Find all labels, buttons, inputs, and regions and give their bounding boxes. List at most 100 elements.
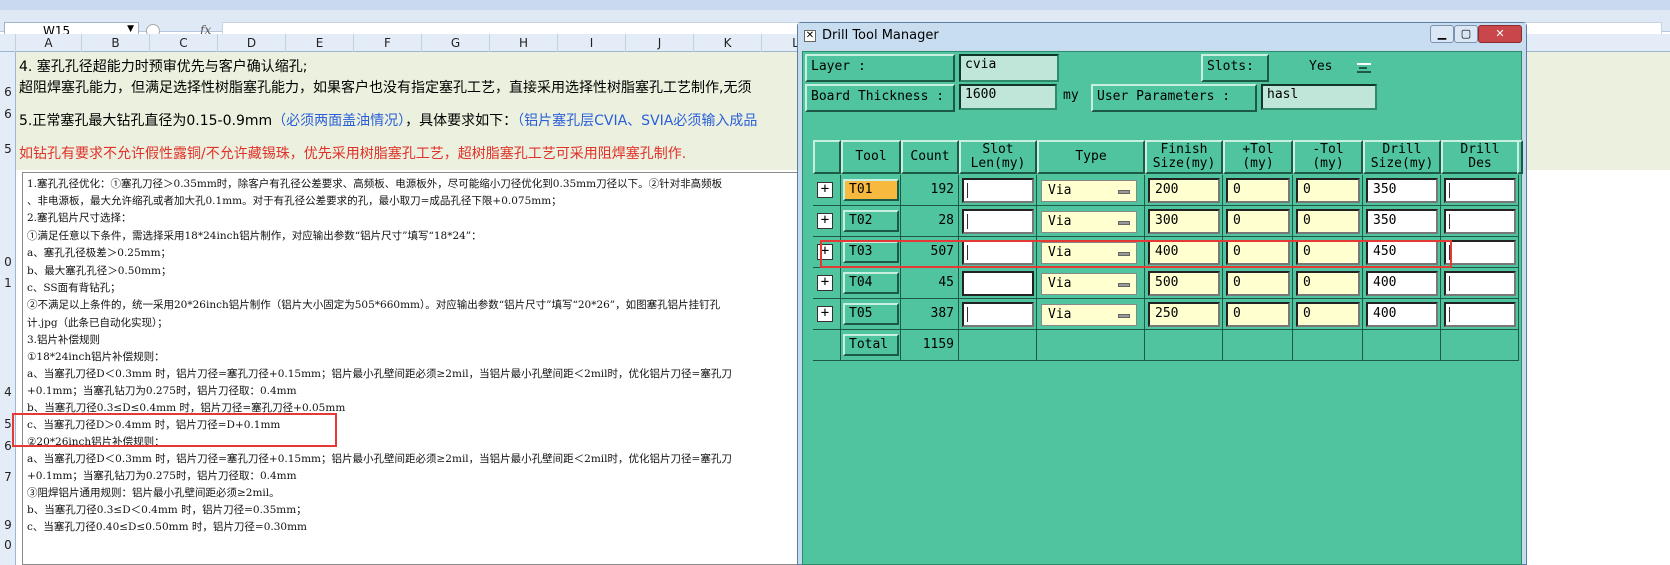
column-header[interactable]: A	[16, 34, 82, 52]
row-header[interactable]: 0	[0, 538, 16, 552]
thickness-field[interactable]: 1600	[959, 84, 1057, 110]
expand-icon[interactable]: +	[817, 182, 833, 198]
column-header[interactable]: C	[150, 34, 218, 52]
total-button[interactable]: Total	[843, 334, 899, 356]
minus-tol-field[interactable]: 0	[1296, 302, 1360, 327]
type-combo[interactable]: Via	[1041, 273, 1137, 295]
doc-line: c、当塞孔刀径0.40≤D≤0.50mm 时，铝片刀径=0.30mm	[27, 521, 307, 533]
cell-text-red[interactable]: 如钻孔有要求不允许假性露铜/不允许藏锡珠，优先采用树脂塞孔工艺，超树脂塞孔工艺可…	[19, 143, 686, 163]
drill-size-field[interactable]: 350	[1366, 209, 1438, 234]
plus-tol-field[interactable]: 0	[1226, 302, 1290, 327]
row-header[interactable]: 0	[0, 255, 16, 269]
tool-button[interactable]: T02	[843, 210, 899, 232]
drill-des-field[interactable]	[1444, 209, 1516, 234]
embedded-document[interactable]: 1.塞孔孔径优化：①塞孔刀径＞0.35mm时，除客户有孔径公差要求、高频板、电源…	[22, 172, 822, 565]
header-finish-size[interactable]: Finish Size(my)	[1145, 140, 1223, 174]
drill-des-field[interactable]	[1444, 271, 1516, 296]
column-header[interactable]: E	[286, 34, 354, 52]
count-value: 387	[930, 306, 954, 321]
expand-icon[interactable]: +	[817, 306, 833, 322]
row-header[interactable]: 4	[0, 385, 16, 399]
row-header[interactable]: 7	[0, 470, 16, 484]
thickness-unit: my	[1063, 88, 1079, 103]
table-row[interactable]: + T05 387 Via 250 0 0 400	[813, 299, 1521, 330]
minus-tol-field[interactable]: 0	[1296, 271, 1360, 296]
select-all-corner[interactable]	[0, 34, 16, 52]
chevron-down-icon[interactable]: ▼	[127, 24, 134, 34]
tool-button[interactable]: T01	[843, 179, 899, 201]
total-count: 1159	[922, 337, 954, 352]
table-row[interactable]: + T02 28 Via 300 0 0 350	[813, 206, 1521, 237]
header-extra[interactable]	[1517, 140, 1523, 174]
finish-size-field[interactable]: 250	[1148, 302, 1220, 327]
column-header[interactable]: K	[694, 34, 762, 52]
row-header[interactable]: 6	[0, 107, 16, 121]
header-type[interactable]: Type	[1037, 140, 1145, 174]
plus-tol-field[interactable]: 0	[1226, 209, 1290, 234]
column-header[interactable]: F	[354, 34, 422, 52]
drill-size-field[interactable]: 400	[1366, 302, 1438, 327]
type-combo[interactable]: Via	[1041, 180, 1137, 202]
chevron-down-icon[interactable]	[1357, 63, 1371, 73]
header-plus-tol[interactable]: +Tol (my)	[1223, 140, 1293, 174]
drill-des-field[interactable]	[1444, 240, 1516, 265]
type-combo[interactable]: Via	[1041, 211, 1137, 233]
drill-size-field[interactable]: 350	[1366, 178, 1438, 203]
type-combo[interactable]: Via	[1041, 304, 1137, 326]
chevron-down-icon[interactable]	[1118, 221, 1130, 225]
chevron-down-icon[interactable]	[1118, 283, 1130, 287]
header-count[interactable]: Count	[901, 140, 959, 174]
slot-len-field[interactable]	[962, 209, 1034, 234]
header-tool[interactable]: Tool	[841, 140, 901, 174]
table-row[interactable]: + T04 45 Via 500 0 0 400	[813, 268, 1521, 299]
close-button[interactable]: ✕	[1478, 25, 1522, 43]
finish-size-field[interactable]: 200	[1148, 178, 1220, 203]
drill-tool-manager-window[interactable]: ✕ Drill Tool Manager ▁ ▢ ✕ Layer : cvia …	[797, 22, 1527, 565]
doc-line: 3.铝片补偿规则	[27, 334, 101, 346]
row-header[interactable]: 9	[0, 518, 16, 532]
cell-text-blue: （必须两面盖油情况）	[272, 113, 406, 129]
header-drill-size[interactable]: Drill Size(my)	[1363, 140, 1441, 174]
user-parameters-field[interactable]: hasl	[1261, 84, 1377, 110]
column-header[interactable]: J	[626, 34, 694, 52]
chevron-down-icon[interactable]	[1118, 314, 1130, 318]
expand-icon[interactable]: +	[817, 213, 833, 229]
table-row[interactable]: + T01 192 Via 200 0 0 350	[813, 175, 1521, 206]
plus-tol-field[interactable]: 0	[1226, 178, 1290, 203]
column-header[interactable]: I	[558, 34, 626, 52]
row-header[interactable]: 1	[0, 276, 16, 290]
row-header[interactable]: 6	[0, 85, 16, 99]
slot-len-field[interactable]	[962, 178, 1034, 203]
tool-button[interactable]: T04	[843, 272, 899, 294]
finish-size-field[interactable]: 500	[1148, 271, 1220, 296]
layer-field[interactable]: cvia	[959, 54, 1059, 82]
column-header[interactable]: G	[422, 34, 490, 52]
cell-text[interactable]: 4. 塞孔孔径超能力时预审优先与客户确认缩孔;	[19, 56, 308, 76]
plus-tol-field[interactable]: 0	[1226, 271, 1290, 296]
slots-combo[interactable]: Yes	[1271, 54, 1377, 82]
minus-tol-field[interactable]: 0	[1296, 209, 1360, 234]
slot-len-field[interactable]	[962, 271, 1034, 296]
count-value: 28	[938, 213, 954, 228]
drill-des-field[interactable]	[1444, 178, 1516, 203]
drill-size-field[interactable]: 400	[1366, 271, 1438, 296]
minimize-button[interactable]: ▁	[1430, 25, 1454, 43]
row-header[interactable]: 5	[0, 142, 16, 156]
cell-text[interactable]: 5.正常塞孔最大钻孔直径为0.15-0.9mm（必须两面盖油情况），具体要求如下…	[19, 110, 757, 130]
cell-text[interactable]: 超阻焊塞孔能力，但满足选择性树脂塞孔能力，如果客户也没有指定塞孔工艺，直接采用选…	[19, 77, 751, 97]
column-header[interactable]: B	[82, 34, 150, 52]
expand-icon[interactable]: +	[817, 275, 833, 291]
header-slot-len[interactable]: Slot Len(my)	[959, 140, 1037, 174]
maximize-button[interactable]: ▢	[1454, 25, 1478, 43]
column-header[interactable]: H	[490, 34, 558, 52]
slot-len-field[interactable]	[962, 302, 1034, 327]
title-bar[interactable]: ✕ Drill Tool Manager ▁ ▢ ✕	[798, 23, 1526, 49]
tool-button[interactable]: T05	[843, 303, 899, 325]
finish-size-field[interactable]: 300	[1148, 209, 1220, 234]
minus-tol-field[interactable]: 0	[1296, 178, 1360, 203]
header-drill-des[interactable]: Drill Des	[1441, 140, 1519, 174]
chevron-down-icon[interactable]	[1118, 190, 1130, 194]
header-minus-tol[interactable]: -Tol (my)	[1293, 140, 1363, 174]
column-header[interactable]: D	[218, 34, 286, 52]
drill-des-field[interactable]	[1444, 302, 1516, 327]
